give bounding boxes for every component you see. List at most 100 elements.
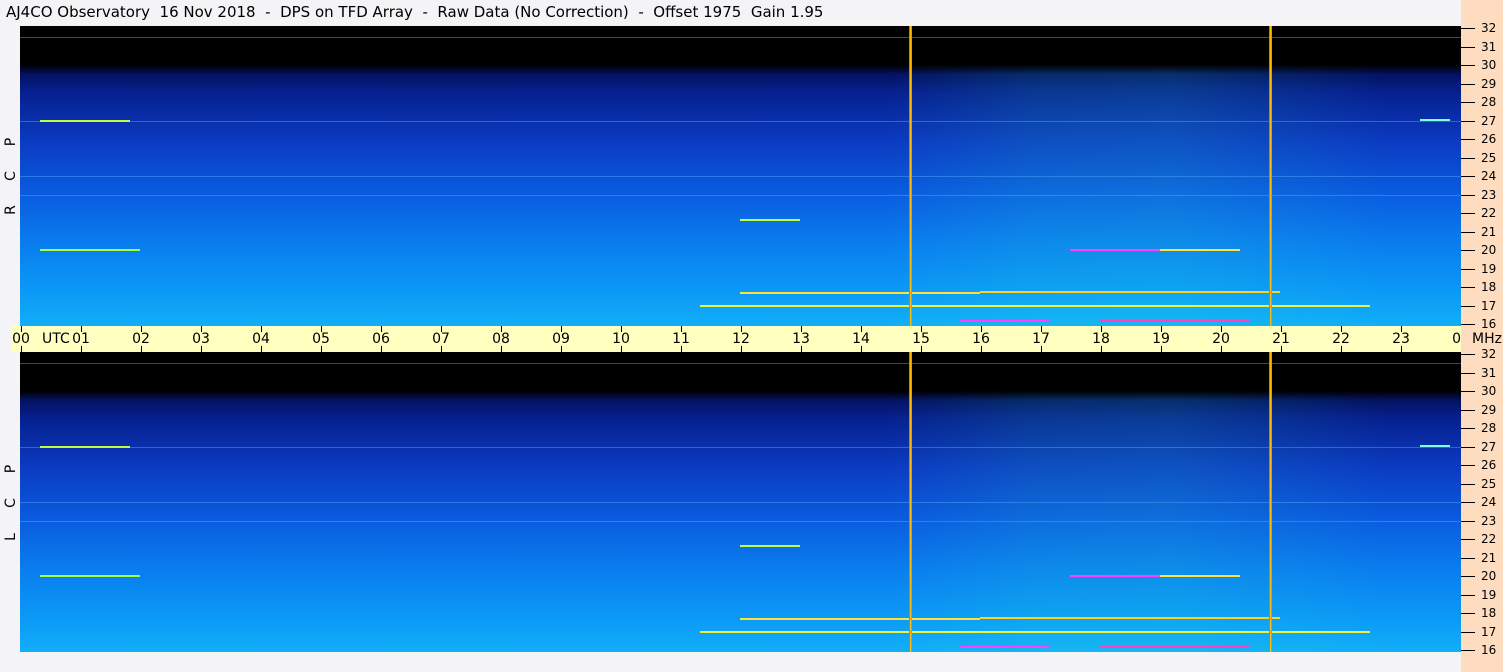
polarization-label: P C L [3,452,19,554]
freq-tick-label: 25 [1481,476,1497,491]
pol-letter: R [3,205,19,215]
time-tick [1401,326,1402,332]
signal-trace [1420,118,1450,121]
time-tick [201,346,202,352]
time-tick [921,346,922,352]
signal-trace [1070,575,1160,578]
freq-tick [1461,372,1475,374]
time-marker-line [909,26,912,326]
freq-tick [1461,446,1475,448]
interference-line [20,363,1461,365]
time-tick [321,326,322,332]
polarization-label: P C R [3,125,19,227]
ionosphere-dark-band [20,352,1461,400]
freq-tick [1461,354,1475,355]
freq-tick-label: 22 [1481,206,1497,220]
interference-line [20,194,1461,196]
signal-trace [740,291,980,294]
freq-tick [1461,539,1475,540]
signal-trace [740,617,980,620]
freq-tick-label: 31 [1481,365,1497,380]
time-tick-label: 22 [1332,331,1350,347]
time-tick [501,326,502,332]
time-tick [81,326,82,332]
signal-trace [1070,249,1160,252]
time-tick-label: 12 [732,331,750,347]
freq-tick [1461,194,1475,196]
time-tick [681,326,682,332]
time-tick [741,346,742,352]
freq-tick [1461,409,1475,411]
freq-tick-label: 24 [1481,169,1497,183]
freq-tick [1461,391,1475,392]
freq-tick-label: 32 [1481,347,1497,361]
freq-tick-label: 27 [1481,113,1497,128]
freq-tick [1461,231,1475,233]
signal-trace [40,249,140,252]
freq-tick-label: 27 [1481,439,1497,454]
time-tick-label: 01 [72,331,90,347]
freq-tick [1461,287,1475,288]
signal-trace [740,218,800,221]
time-tick-label: 15 [912,331,930,347]
freq-tick-label: 29 [1481,76,1497,91]
interference-line [20,446,1461,448]
freq-tick-label: 19 [1481,587,1497,602]
time-tick [1161,326,1162,332]
freq-tick-label: 28 [1481,95,1497,109]
freq-tick-label: 21 [1481,550,1497,565]
freq-tick-label: 20 [1481,243,1497,257]
freq-tick-label: 28 [1481,421,1497,435]
time-tick [1101,346,1102,352]
freq-tick [1461,502,1475,503]
freq-tick [1461,631,1475,633]
pol-letter: P [3,464,19,474]
time-tick [261,346,262,352]
frequency-unit: MHz [1472,331,1502,347]
signal-trace [980,616,1280,619]
interference-line [20,176,1461,177]
time-tick-label: 20 [1212,331,1230,347]
time-marker-line [1269,26,1272,326]
freq-tick [1461,650,1475,651]
freq-tick [1461,268,1475,270]
interference-line [20,502,1461,503]
pol-letter: C [3,498,19,508]
freq-tick [1461,46,1475,48]
time-tick-label: 06 [372,331,390,347]
time-tick [381,326,382,332]
freq-tick [1461,428,1475,429]
freq-tick [1461,465,1475,466]
time-tick [201,326,202,332]
ionosphere-dark-band [20,26,1461,74]
time-tick [501,346,502,352]
freq-tick [1461,613,1475,614]
interference-line [20,37,1461,39]
freq-tick-label: 19 [1481,261,1497,276]
freq-tick-label: 22 [1481,532,1497,546]
freq-tick-label: 20 [1481,569,1497,583]
time-tick-label: 07 [432,331,450,347]
freq-tick [1461,483,1475,485]
freq-tick-label: 29 [1481,402,1497,417]
time-tick-label: 13 [792,331,810,347]
freq-tick-label: 26 [1481,132,1497,146]
time-tick [621,346,622,352]
freq-tick [1461,324,1475,325]
signal-trace [740,544,800,547]
time-tick [141,346,142,352]
time-tick [1221,346,1222,352]
freq-tick [1461,213,1475,214]
time-tick-label: 03 [192,331,210,347]
freq-tick-label: 18 [1481,606,1497,620]
signal-trace [980,290,1280,293]
freq-tick-label: 26 [1481,458,1497,472]
time-tick [1341,326,1342,332]
freq-tick-label: 23 [1481,513,1497,528]
freq-tick-label: 23 [1481,187,1497,202]
pol-letter: C [3,171,19,181]
time-tick [861,326,862,332]
time-tick [1101,326,1102,332]
time-tick-label: 17 [1032,331,1050,347]
freq-tick-label: 31 [1481,39,1497,54]
